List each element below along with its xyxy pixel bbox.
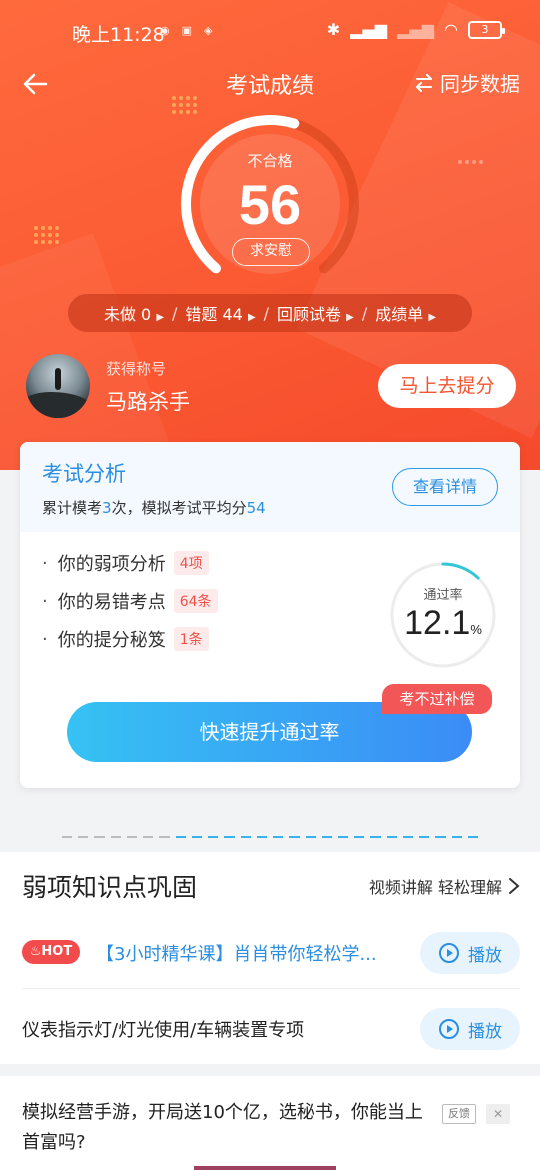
item-tag: 4项 [173, 551, 209, 575]
play-button[interactable]: 播放 [420, 1008, 520, 1050]
item-label: 你的弱项分析 [57, 554, 166, 575]
avatar-figure [55, 368, 61, 390]
title-label: 获得称号 [106, 360, 167, 378]
avatar-rock [26, 392, 90, 418]
compensation-badge: 考不过补偿 [382, 684, 492, 714]
notification-icons: ◉▣◈ [160, 24, 225, 37]
mock-count: 3 [102, 499, 112, 517]
hero-decoration [0, 233, 176, 470]
weak-section: 弱项知识点巩固 视频讲解 轻松理解 ♨HOT 【3小时精华课】肖肖带你轻松学..… [0, 852, 540, 1064]
avatar[interactable] [26, 354, 90, 418]
flame-icon: ♨ [29, 944, 42, 959]
item-tag: 1条 [173, 627, 209, 651]
bullet: · [42, 590, 48, 612]
signal-icon: ▂▄▆ [397, 20, 435, 39]
item-label: 你的提分秘笈 [57, 630, 166, 651]
video-row[interactable]: ♨HOT 【3小时精华课】肖肖带你轻松学... 播放 [22, 930, 520, 974]
stat-wrong[interactable]: 错题 44 ▶ [185, 301, 255, 325]
pass-rate-ring: 通过率 12.1% [388, 560, 498, 670]
avg-score: 54 [246, 499, 266, 517]
list-item[interactable]: · 你的弱项分析 4项 [42, 544, 218, 582]
stat-label: 未做 0 [103, 305, 152, 324]
summary-prefix: 累计模考 [42, 499, 103, 517]
play-arrow-icon: ▶ [428, 312, 437, 323]
decoration-dots [34, 226, 59, 244]
analysis-summary: 累计模考3次，模拟考试平均分54 [42, 497, 266, 518]
play-button[interactable]: 播放 [420, 932, 520, 974]
status-time: 晚上11:28 [72, 24, 165, 46]
analysis-items: · 你的弱项分析 4项 · 你的易错考点 64条 · 你的提分秘笈 1条 [42, 544, 218, 658]
divider [22, 988, 520, 989]
status-right: ✱ ▂▄▆ ▂▄▆ ◠ 3 [326, 20, 505, 39]
improve-score-button[interactable]: 马上去提分 [378, 364, 516, 408]
stats-bar: 未做 0 ▶ / 错题 44 ▶ / 回顾试卷 ▶ / 成绩单 ▶ [68, 294, 472, 332]
bullet: · [42, 628, 48, 650]
pass-rate-value-wrap: 12.1% [388, 604, 498, 643]
nav-bar: 考试成绩 同步数据 [0, 60, 540, 108]
status-bar: 晚上11:28 ◉▣◈ ✱ ▂▄▆ ▂▄▆ ◠ 3 [0, 0, 540, 64]
sync-label: 同步数据 [440, 72, 520, 96]
decoration-dots [458, 160, 483, 164]
video-explain-link[interactable]: 视频讲解 轻松理解 [369, 874, 520, 898]
stat-label: 成绩单 [375, 305, 424, 324]
play-label: 播放 [468, 1021, 502, 1042]
play-arrow-icon: ▶ [346, 312, 354, 323]
video-title: 仪表指示灯/灯光使用/车辆装置专项 [22, 1020, 305, 1041]
stat-review[interactable]: 回顾试卷 ▶ [277, 301, 354, 325]
bullet: · [42, 552, 48, 574]
signal-icon: ▂▄▆ [350, 20, 388, 39]
play-arrow-icon: ▶ [156, 312, 165, 323]
item-label: 你的易错考点 [57, 592, 166, 613]
separator: / [172, 303, 178, 323]
comfort-button[interactable]: 求安慰 [232, 238, 310, 266]
score-value: 56 [238, 173, 302, 236]
stat-undone[interactable]: 未做 0 ▶ [104, 301, 164, 325]
sync-data-button[interactable]: 同步数据 [414, 68, 520, 97]
pass-rate-value: 12.1 [404, 604, 471, 642]
analysis-card: 考试分析 累计模考3次，模拟考试平均分54 查看详情 · 你的弱项分析 4项 · 你的… [20, 442, 520, 788]
play-label: 播放 [468, 945, 502, 966]
wifi-icon: ◠ [444, 20, 458, 39]
score-status: 不合格 [247, 152, 293, 170]
hot-badge: ♨HOT [22, 940, 80, 964]
list-item[interactable]: · 你的易错考点 64条 [42, 582, 218, 620]
item-tag: 64条 [173, 589, 218, 613]
ad-feedback-button[interactable]: 反馈 [442, 1104, 476, 1124]
hot-label: HOT [41, 944, 73, 959]
separator: / [263, 303, 270, 323]
ad-close-button[interactable]: ✕ [486, 1104, 510, 1124]
play-icon [439, 1019, 459, 1039]
section-divider [62, 836, 479, 839]
stat-label: 回顾试卷 [277, 305, 342, 324]
pass-rate-unit: % [470, 622, 482, 637]
list-item[interactable]: · 你的提分秘笈 1条 [42, 620, 218, 658]
user-title: 马路杀手 [106, 390, 190, 414]
section-title: 弱项知识点巩固 [22, 873, 198, 902]
video-row[interactable]: 仪表指示灯/灯光使用/车辆装置专项 播放 [22, 1006, 520, 1050]
pass-rate-label: 通过率 [423, 588, 463, 603]
user-row: 获得称号 马路杀手 马上去提分 [26, 354, 516, 420]
battery-icon: 3 [468, 20, 505, 39]
ad-banner[interactable]: 模拟经营手游，开局送10个亿，选秘书，你能当上首富吗? 反馈 ✕ [0, 1076, 540, 1170]
summary-mid: 次，模拟考试平均分 [111, 499, 247, 517]
ad-text: 模拟经营手游，开局送10个亿，选秘书，你能当上首富吗? [22, 1102, 423, 1153]
play-arrow-icon: ▶ [247, 312, 256, 323]
analysis-title: 考试分析 [42, 462, 126, 486]
analysis-header: 考试分析 累计模考3次，模拟考试平均分54 查看详情 [20, 442, 520, 532]
view-details-button[interactable]: 查看详情 [392, 468, 498, 506]
swap-icon [416, 73, 432, 92]
stat-label: 错题 44 [185, 305, 243, 324]
bluetooth-icon: ✱ [326, 20, 341, 39]
score-gauge: 不合格 56 求安慰 [170, 112, 370, 282]
video-explain-text: 视频讲解 轻松理解 [368, 878, 502, 897]
ad-image [194, 1166, 336, 1170]
play-icon [439, 943, 459, 963]
chevron-right-icon [509, 878, 520, 894]
video-title: 【3小时精华课】肖肖带你轻松学... [96, 944, 377, 965]
stat-report[interactable]: 成绩单 ▶ [375, 301, 436, 325]
separator: / [361, 303, 368, 323]
